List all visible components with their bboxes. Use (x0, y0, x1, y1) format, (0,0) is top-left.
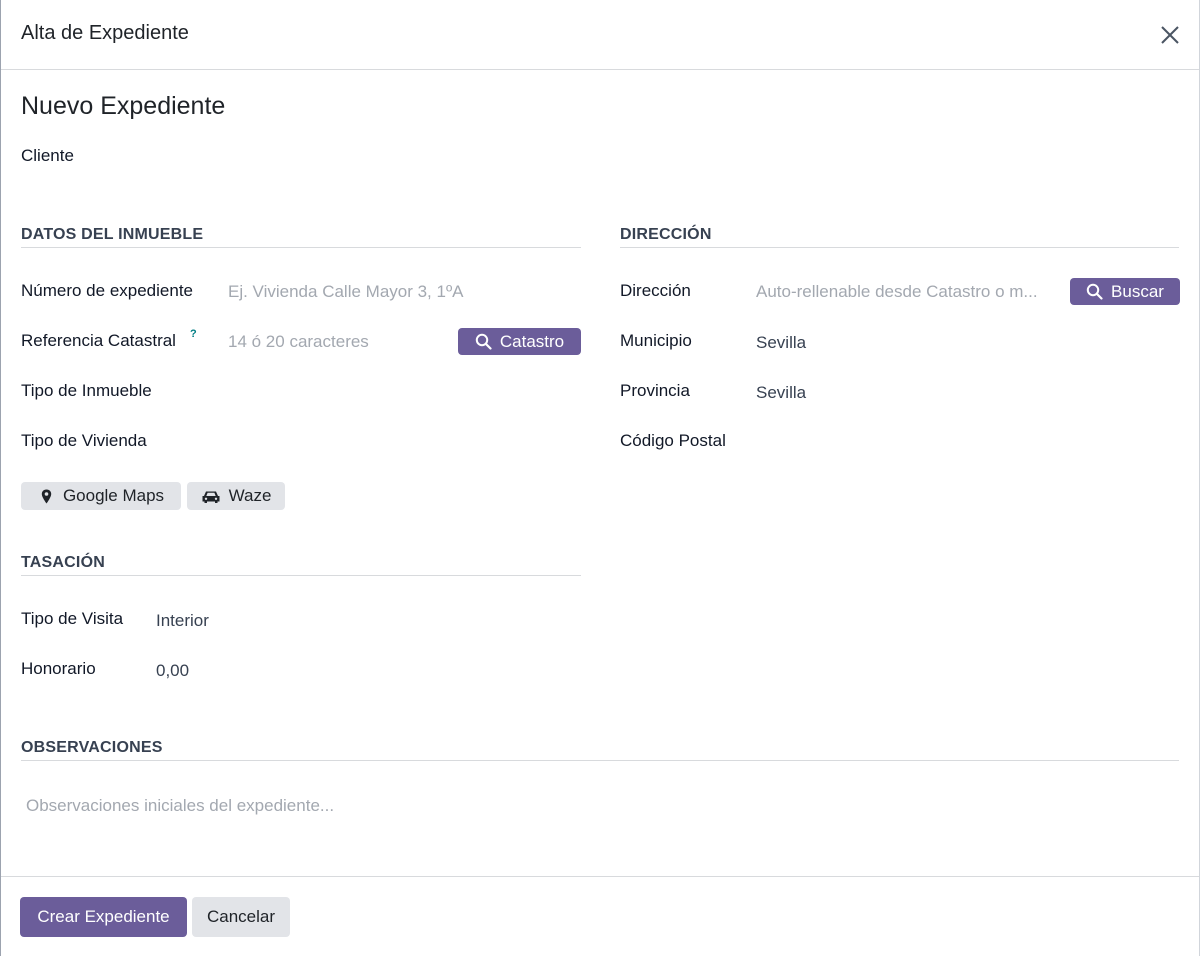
close-icon (1161, 26, 1179, 44)
tipo-visita-select[interactable]: Interior (156, 611, 209, 631)
search-icon (475, 333, 492, 350)
car-icon (202, 491, 220, 503)
tipo-vivienda-label: Tipo de Vivienda (21, 431, 147, 450)
waze-button-label: Waze (228, 486, 272, 505)
cliente-label: Cliente (21, 146, 74, 165)
close-button[interactable] (1157, 22, 1183, 48)
section-divider (21, 575, 581, 576)
new-record-dialog: Alta de Expediente Nuevo Expediente Clie… (0, 0, 1200, 956)
google-maps-button[interactable]: Google Maps (21, 482, 181, 510)
section-title-observaciones: OBSERVACIONES (21, 739, 163, 756)
tipo-visita-label: Tipo de Visita (21, 609, 124, 628)
honorario-label: Honorario (21, 659, 96, 678)
dialog-footer: Crear Expediente Cancelar (1, 876, 1199, 956)
catastro-button[interactable]: Catastro (458, 328, 581, 355)
municipio-field[interactable]: Sevilla (756, 333, 806, 353)
tipo-inmueble-select[interactable] (228, 376, 581, 406)
search-icon (1086, 283, 1103, 300)
cancel-button[interactable]: Cancelar (192, 897, 290, 937)
codigo-postal-label: Código Postal (620, 431, 726, 450)
google-maps-button-label: Google Maps (62, 486, 165, 505)
catastro-button-label: Catastro (499, 331, 565, 351)
map-marker-icon (41, 489, 52, 503)
cliente-field[interactable] (157, 140, 1179, 170)
buscar-button-label: Buscar (1111, 281, 1164, 301)
numero-expediente-label: Número de expediente (21, 281, 194, 300)
dialog-header: Alta de Expediente (1, 0, 1199, 70)
direccion-input[interactable] (756, 281, 1061, 303)
numero-expediente-input[interactable] (228, 281, 578, 303)
provincia-field[interactable]: Sevilla (756, 383, 806, 403)
referencia-catastral-label: Referencia Catastral (21, 331, 176, 350)
honorario-input[interactable]: 0,00 (156, 661, 189, 681)
observaciones-textarea[interactable] (26, 796, 1176, 856)
section-title-inmueble: DATOS DEL INMUEBLE (21, 226, 204, 243)
tipo-inmueble-label: Tipo de Inmueble (21, 381, 152, 400)
record-title: Nuevo Expediente (21, 92, 226, 120)
direccion-label: Dirección (620, 281, 691, 300)
section-title-tasacion: TASACIÓN (21, 554, 105, 571)
section-title-direccion: DIRECCIÓN (620, 226, 712, 243)
create-expediente-button[interactable]: Crear Expediente (20, 897, 187, 937)
section-divider (21, 760, 1179, 761)
provincia-label: Provincia (620, 381, 690, 400)
waze-button[interactable]: Waze (187, 482, 285, 510)
dialog-title: Alta de Expediente (21, 22, 189, 44)
create-expediente-button-label: Crear Expediente (37, 907, 170, 926)
cancel-button-label: Cancelar (206, 907, 276, 926)
referencia-catastral-input[interactable] (228, 331, 448, 353)
codigo-postal-input[interactable] (756, 426, 1179, 456)
section-divider (21, 247, 581, 248)
buscar-button[interactable]: Buscar (1070, 278, 1180, 305)
tipo-vivienda-select[interactable] (228, 426, 581, 456)
help-tooltip-icon[interactable]: ? (190, 328, 197, 340)
municipio-label: Municipio (620, 331, 692, 350)
section-divider (620, 247, 1179, 248)
